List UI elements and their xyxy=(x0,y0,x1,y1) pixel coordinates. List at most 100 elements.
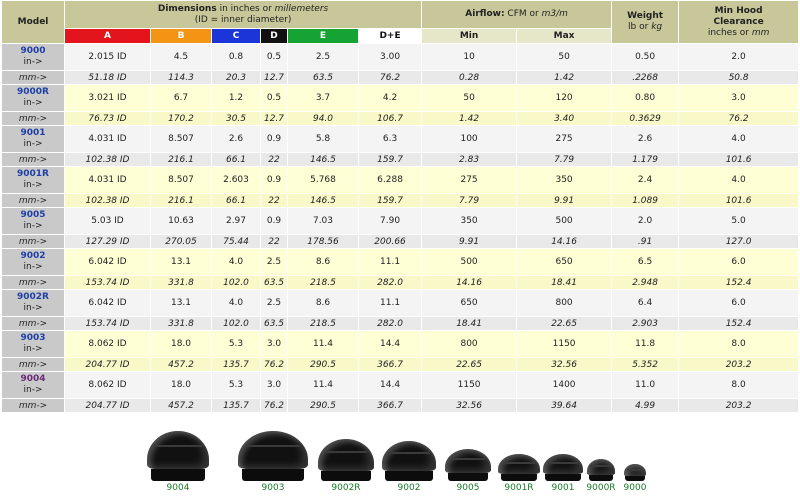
value-cell: 0.9 xyxy=(260,166,288,194)
value-cell: 1.089 xyxy=(611,193,680,208)
value-cell: 11.8 xyxy=(611,330,680,358)
model-cell: 9000 in-> xyxy=(1,43,65,71)
value-cell: 2.948 xyxy=(611,275,680,290)
product-gallery: 9004 9003 9002R 9002 9005 9001R 9001 9000R 9000 xyxy=(0,413,800,495)
product-image-9001 xyxy=(543,454,583,481)
value-cell: 11.1 xyxy=(357,248,423,276)
value-cell: 0.5 xyxy=(260,43,288,71)
value-cell: 350 xyxy=(516,166,613,194)
in-label: in-> xyxy=(23,57,43,67)
value-cell: 800 xyxy=(421,330,518,358)
value-cell: 13.1 xyxy=(150,289,212,317)
value-cell: 114.3 xyxy=(150,70,212,85)
value-cell: 3.7 xyxy=(287,84,359,112)
value-cell: 10 xyxy=(421,43,518,71)
value-cell: 2.5 xyxy=(260,289,288,317)
value-cell: 3.021 ID xyxy=(64,84,151,112)
product-image-9001r xyxy=(498,454,540,481)
model-cell: 9003 in-> xyxy=(1,330,65,358)
value-cell: 135.7 xyxy=(211,398,261,413)
value-cell: 6.288 xyxy=(357,166,423,194)
product-image-9002r xyxy=(318,439,374,481)
table-row: 9002R in-> 6.042 ID 13.1 4.0 2.5 8.6 11.1 650 800… xyxy=(1,289,800,317)
value-cell: 500 xyxy=(516,207,613,235)
value-cell: 100 xyxy=(421,125,518,153)
value-cell: 1400 xyxy=(516,371,613,399)
value-cell: 30.5 xyxy=(211,111,261,126)
product-caption: 9002 xyxy=(397,483,421,493)
value-cell: 12.7 xyxy=(260,111,288,126)
value-cell: 22 xyxy=(260,152,288,167)
table-row: mm-> 204.77 ID 457.2 135.7 76.2 290.5 366.7 32.… xyxy=(1,398,800,413)
value-cell: 50.8 xyxy=(678,70,800,85)
model-name: 9002R xyxy=(17,292,49,302)
value-cell: 350 xyxy=(421,207,518,235)
value-cell: 14.4 xyxy=(357,371,423,399)
value-cell: 102.38 ID xyxy=(64,193,151,208)
table-row: 9002 in-> 6.042 ID 13.1 4.0 2.5 8.6 11.1 500 650 6… xyxy=(1,248,800,276)
value-cell: 2.603 xyxy=(211,166,261,194)
value-cell: 5.3 xyxy=(211,371,261,399)
value-cell: 153.74 ID xyxy=(64,275,151,290)
value-cell: 218.5 xyxy=(287,275,359,290)
table-row: 9001R in-> 4.031 ID 8.507 2.603 0.9 5.768 6.288… xyxy=(1,166,800,194)
value-cell: 18.0 xyxy=(150,371,212,399)
value-cell: .91 xyxy=(611,234,680,249)
value-cell: 4.0 xyxy=(211,248,261,276)
dim-col-4-header: D xyxy=(260,28,288,44)
value-cell: 32.56 xyxy=(421,398,518,413)
value-cell: 5.768 xyxy=(287,166,359,194)
model-name: 9004 xyxy=(20,374,46,384)
value-cell: 178.56 xyxy=(287,234,359,249)
value-cell: 6.042 ID xyxy=(64,248,151,276)
value-cell: 200.66 xyxy=(357,234,423,249)
value-cell: 4.5 xyxy=(150,43,212,71)
table-row: 9001 in-> 4.031 ID 8.507 2.6 0.9 5.8 6.3 100 275 2… xyxy=(1,125,800,153)
in-label: in-> xyxy=(23,139,43,149)
value-cell: 11.1 xyxy=(357,289,423,317)
value-cell: 2.903 xyxy=(611,316,680,331)
product-image-9000r xyxy=(587,459,615,481)
value-cell: 500 xyxy=(421,248,518,276)
model-name: 9000R xyxy=(17,87,49,97)
value-cell: 3.00 xyxy=(357,43,423,71)
in-label: in-> xyxy=(23,303,43,313)
value-cell: 5.0 xyxy=(678,207,800,235)
value-cell: 102.38 ID xyxy=(64,152,151,167)
value-cell: 4.0 xyxy=(211,289,261,317)
table-row: 9004 in-> 8.062 ID 18.0 5.3 3.0 11.4 14.4 1150 14… xyxy=(1,371,800,399)
airflow-max-header: Max xyxy=(516,28,613,44)
hood-clearance-header: Min Hood Clearance inches or mm xyxy=(678,0,800,44)
value-cell: 5.352 xyxy=(611,357,680,372)
product-image-9003 xyxy=(238,431,308,481)
mm-label: mm-> xyxy=(1,152,65,167)
value-cell: 0.28 xyxy=(421,70,518,85)
value-cell: 7.03 xyxy=(287,207,359,235)
value-cell: 0.5 xyxy=(260,84,288,112)
table-row: 9000 in-> 2.015 ID 4.5 0.8 0.5 2.5 3.00 10 50 0.50… xyxy=(1,43,800,71)
value-cell: 0.9 xyxy=(260,125,288,153)
model-cell: 9002 in-> xyxy=(1,248,65,276)
value-cell: 10.63 xyxy=(150,207,212,235)
product-caption: 9000 xyxy=(623,483,647,493)
value-cell: 650 xyxy=(516,248,613,276)
model-cell: 9001 in-> xyxy=(1,125,65,153)
value-cell: 101.6 xyxy=(678,193,800,208)
model-name: 9000 xyxy=(20,46,46,56)
value-cell: 11.4 xyxy=(287,371,359,399)
value-cell: 51.18 ID xyxy=(64,70,151,85)
in-label: in-> xyxy=(23,385,43,395)
dim-col-6-header: D+E xyxy=(357,28,423,44)
value-cell: 282.0 xyxy=(357,275,423,290)
value-cell: 6.4 xyxy=(611,289,680,317)
value-cell: 331.8 xyxy=(150,275,212,290)
value-cell: 120 xyxy=(516,84,613,112)
value-cell: 3.0 xyxy=(260,371,288,399)
value-cell: 63.5 xyxy=(287,70,359,85)
value-cell: 135.7 xyxy=(211,357,261,372)
table-row: mm-> 127.29 ID 270.05 75.44 22 178.56 200.66 9.… xyxy=(1,234,800,249)
dim-col-1-header: A xyxy=(64,28,151,44)
value-cell: 2.4 xyxy=(611,166,680,194)
value-cell: 8.6 xyxy=(287,248,359,276)
product-image-9005 xyxy=(445,449,491,481)
